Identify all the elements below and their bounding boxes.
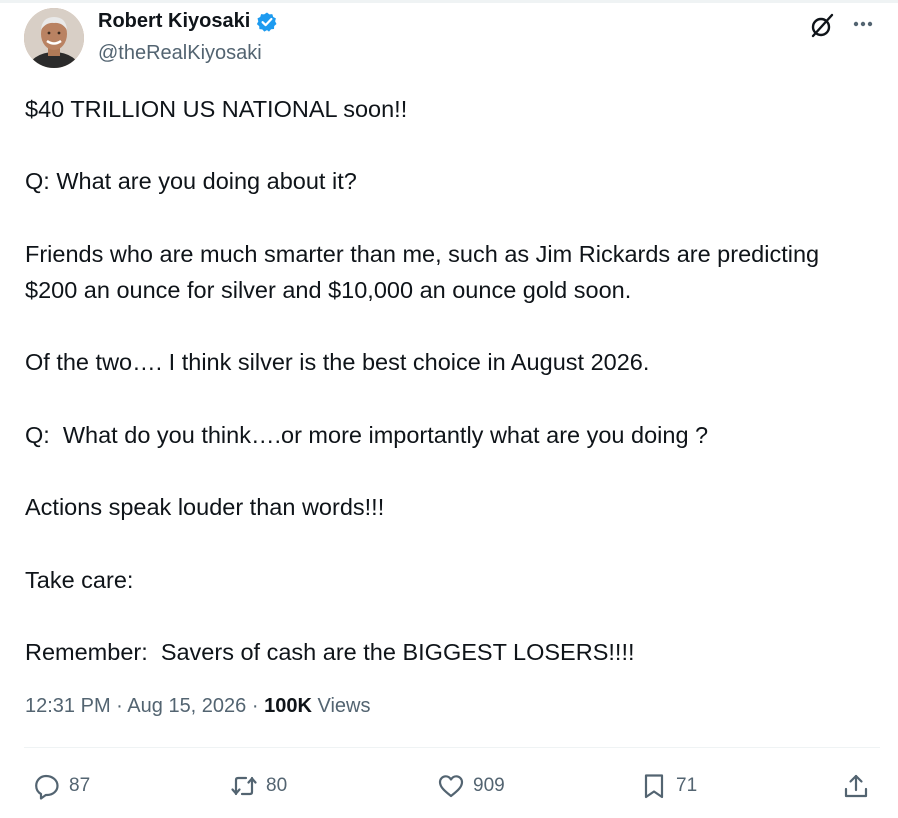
bookmark-count: 71 xyxy=(676,775,698,796)
grok-button[interactable] xyxy=(806,10,838,42)
views-count: 100K xyxy=(264,695,312,717)
more-options-button[interactable] xyxy=(848,10,880,42)
like-button[interactable]: 909 xyxy=(437,762,505,810)
reply-icon xyxy=(35,774,59,800)
meta-separator: · xyxy=(116,695,123,717)
tweet-date[interactable]: Aug 15, 2026 xyxy=(127,695,246,717)
bookmark-icon xyxy=(644,774,664,799)
tweet-paragraph: Q: What are you doing about it? xyxy=(25,168,357,195)
tweet-actions-bar: 87 80 909 71 xyxy=(0,762,898,810)
tweet-paragraph: Q: What do you think….or more importantl… xyxy=(25,421,709,448)
views-label: Views xyxy=(317,695,371,717)
more-icon xyxy=(853,21,873,27)
tweet-time[interactable]: 12:31 PM xyxy=(25,695,111,717)
tweet-paragraph: Remember: Savers of cash are the BIGGEST… xyxy=(25,638,635,665)
author-name-row[interactable]: Robert Kiyosaki xyxy=(98,10,278,33)
top-divider xyxy=(0,0,898,3)
like-icon xyxy=(438,775,464,798)
actions-divider xyxy=(24,747,880,748)
author-handle[interactable]: @theRealKiyosaki xyxy=(98,42,262,65)
tweet-paragraph: Friends who are much smarter than me, su… xyxy=(25,240,826,303)
repost-icon xyxy=(231,776,257,796)
share-button[interactable] xyxy=(842,762,870,810)
meta-separator: · xyxy=(251,695,259,717)
tweet-text: $40 TRILLION US NATIONAL soon!! Q: What … xyxy=(25,91,875,670)
bookmark-button[interactable]: 71 xyxy=(640,762,697,810)
share-icon xyxy=(844,774,868,798)
like-count: 909 xyxy=(473,775,505,796)
grok-icon xyxy=(811,13,834,38)
tweet-paragraph: Of the two…. I think silver is the best … xyxy=(25,349,650,376)
repost-button[interactable]: 80 xyxy=(230,762,287,810)
tweet-paragraph: Actions speak louder than words!!! xyxy=(25,494,385,521)
reply-button[interactable]: 87 xyxy=(33,762,90,810)
avatar[interactable] xyxy=(24,8,84,68)
tweet-metadata: 12:31 PM · Aug 15, 2026 · 100K Views xyxy=(25,695,370,718)
reply-count: 87 xyxy=(69,775,91,796)
tweet-paragraph: Take care: xyxy=(25,566,134,593)
avatar-image xyxy=(24,8,84,68)
author-display-name[interactable]: Robert Kiyosaki xyxy=(98,10,250,33)
verified-badge-icon[interactable] xyxy=(256,11,278,33)
repost-count: 80 xyxy=(266,775,288,796)
tweet-paragraph: $40 TRILLION US NATIONAL soon!! xyxy=(25,96,408,122)
